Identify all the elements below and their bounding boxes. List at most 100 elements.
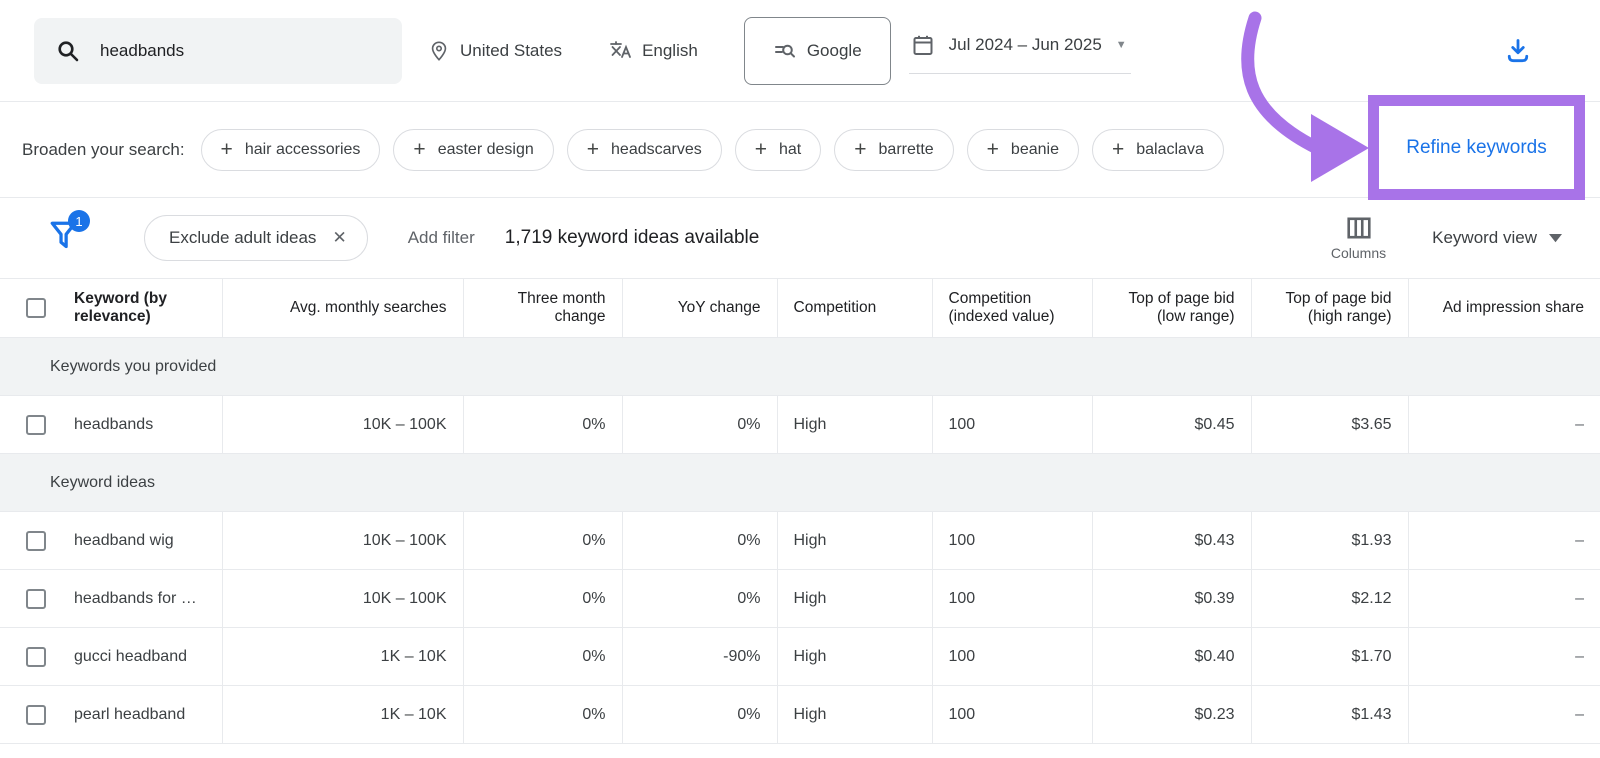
top-bid-high-cell: $1.93 xyxy=(1250,511,1408,570)
plus-icon: + xyxy=(986,138,999,161)
location-selector[interactable]: United States xyxy=(428,39,562,63)
row-checkbox[interactable] xyxy=(26,704,46,725)
dropdown-arrow-icon xyxy=(1549,233,1562,242)
language-label: English xyxy=(642,40,698,60)
header-competition[interactable]: Competition xyxy=(776,278,932,338)
keyword-cell: gucci headband xyxy=(74,647,187,665)
three-month-change-cell: 0% xyxy=(462,569,622,628)
broaden-chip-beanie[interactable]: + beanie xyxy=(966,128,1079,171)
header-ad-impression-share[interactable]: Ad impression share xyxy=(1407,278,1600,338)
ad-impression-share-cell: – xyxy=(1407,569,1600,628)
broaden-chip-hat[interactable]: + hat xyxy=(734,128,822,171)
section-row: Keyword ideas xyxy=(0,453,1600,512)
location-label: United States xyxy=(460,40,563,60)
plus-icon: + xyxy=(854,138,867,161)
ad-impression-share-cell: – xyxy=(1407,685,1600,744)
language-selector[interactable]: English xyxy=(608,39,698,63)
close-icon[interactable]: ✕ xyxy=(332,228,346,248)
row-checkbox[interactable] xyxy=(26,646,46,667)
keyword-results-table: Keyword (by relevance) Avg. monthly sear… xyxy=(0,278,1600,744)
plus-icon: + xyxy=(220,138,233,161)
top-bid-low-cell: $0.40 xyxy=(1091,627,1251,686)
header-keyword[interactable]: Keyword (by relevance) xyxy=(0,278,222,338)
active-filter-chip[interactable]: Exclude adult ideas ✕ xyxy=(144,215,368,261)
three-month-change-cell: 0% xyxy=(462,627,622,686)
avg-searches-cell: 1K – 10K xyxy=(221,685,463,744)
competition-cell: High xyxy=(776,569,932,628)
yoy-change-cell: 0% xyxy=(621,685,777,744)
plus-icon: + xyxy=(754,138,767,161)
table-row: headbands for … 10K – 100K 0% 0% High 10… xyxy=(0,569,1600,628)
refine-keywords-button[interactable]: Refine keywords xyxy=(1406,137,1546,159)
keyword-cell: headband wig xyxy=(74,531,174,549)
chip-label: headscarves xyxy=(611,140,702,158)
header-top-bid-high[interactable]: Top of page bid (high range) xyxy=(1250,278,1408,338)
chip-label: barrette xyxy=(878,140,934,158)
view-selector[interactable]: Keyword view xyxy=(1432,228,1562,248)
table-row: pearl headband 1K – 10K 0% 0% High 100 $… xyxy=(0,685,1600,744)
row-checkbox[interactable] xyxy=(26,530,46,551)
annotation-arrow xyxy=(1241,11,1369,182)
date-range-label: Jul 2024 – Jun 2025 xyxy=(948,35,1102,54)
section-label-keyword-ideas: Keyword ideas xyxy=(0,453,1600,512)
broaden-chip-barrette[interactable]: + barrette xyxy=(834,128,954,171)
keyword-cell: pearl headband xyxy=(74,705,186,723)
columns-button[interactable]: Columns xyxy=(1331,216,1386,261)
translate-icon xyxy=(610,40,631,58)
broaden-chip-easter-design[interactable]: + easter design xyxy=(393,128,554,171)
chip-label: hat xyxy=(779,140,802,158)
active-filter-label: Exclude adult ideas xyxy=(169,228,317,247)
top-bid-low-cell: $0.39 xyxy=(1091,569,1251,628)
broaden-chip-list: + hair accessories + easter design + headsc… xyxy=(200,128,1224,171)
filter-count-badge: 1 xyxy=(68,210,90,232)
table-row: headband wig 10K – 100K 0% 0% High 100 $… xyxy=(0,511,1600,570)
header-avg-monthly-searches[interactable]: Avg. monthly searches xyxy=(221,278,463,338)
header-top-bid-low[interactable]: Top of page bid (low range) xyxy=(1091,278,1251,338)
chip-label: easter design xyxy=(437,140,534,158)
three-month-change-cell: 0% xyxy=(462,685,622,744)
top-bid-high-cell: $2.12 xyxy=(1250,569,1408,628)
refine-keywords-highlight: Refine keywords xyxy=(1368,95,1585,200)
competition-cell: High xyxy=(776,627,932,686)
network-selector-button[interactable]: Google xyxy=(743,16,891,85)
download-icon xyxy=(1507,38,1529,62)
download-button[interactable] xyxy=(1504,37,1532,65)
competition-cell: High xyxy=(776,511,932,570)
yoy-change-cell: 0% xyxy=(621,395,777,454)
competition-indexed-cell: 100 xyxy=(931,511,1092,570)
broaden-chip-headscarves[interactable]: + headscarves xyxy=(566,128,722,171)
header-three-month-change[interactable]: Three month change xyxy=(462,278,622,338)
three-month-change-cell: 0% xyxy=(462,511,622,570)
top-bid-high-cell: $1.43 xyxy=(1250,685,1408,744)
three-month-change-cell: 0% xyxy=(462,395,622,454)
top-bid-low-cell: $0.23 xyxy=(1091,685,1251,744)
broaden-label: Broaden your search: xyxy=(22,139,185,159)
section-row: Keywords you provided xyxy=(0,337,1600,396)
competition-cell: High xyxy=(776,685,932,744)
keyword-cell: headbands for … xyxy=(74,589,197,607)
header-yoy-change[interactable]: YoY change xyxy=(621,278,777,338)
section-label-keywords-you-provided: Keywords you provided xyxy=(0,337,1600,396)
select-all-checkbox[interactable] xyxy=(26,298,46,318)
search-input[interactable]: headbands xyxy=(34,17,402,84)
date-range-selector[interactable]: Jul 2024 – Jun 2025 ▼ xyxy=(901,27,1137,74)
chip-label: hair accessories xyxy=(244,140,361,158)
network-label: Google xyxy=(806,40,862,60)
chip-label: beanie xyxy=(1010,140,1059,158)
keyword-planner-page: headbands United States English Google J… xyxy=(0,0,1600,758)
avg-searches-cell: 10K – 100K xyxy=(221,511,463,570)
broaden-chip-hair-accessories[interactable]: + hair accessories xyxy=(200,128,381,171)
filter-button[interactable]: 1 xyxy=(48,210,90,260)
filter-bar: 1 Exclude adult ideas ✕ Add filter 1,719… xyxy=(0,198,1600,278)
row-checkbox[interactable] xyxy=(26,414,46,435)
header-competition-indexed[interactable]: Competition (indexed value) xyxy=(931,278,1092,338)
table-row: headbands 10K – 100K 0% 0% High 100 $0.4… xyxy=(0,395,1600,454)
plus-icon: + xyxy=(1111,138,1125,161)
plus-icon: + xyxy=(586,138,600,161)
top-bid-low-cell: $0.43 xyxy=(1091,511,1251,570)
row-checkbox[interactable] xyxy=(26,588,46,609)
ad-impression-share-cell: – xyxy=(1407,395,1600,454)
competition-indexed-cell: 100 xyxy=(931,395,1092,454)
add-filter-button[interactable]: Add filter xyxy=(408,228,475,248)
competition-indexed-cell: 100 xyxy=(931,627,1092,686)
